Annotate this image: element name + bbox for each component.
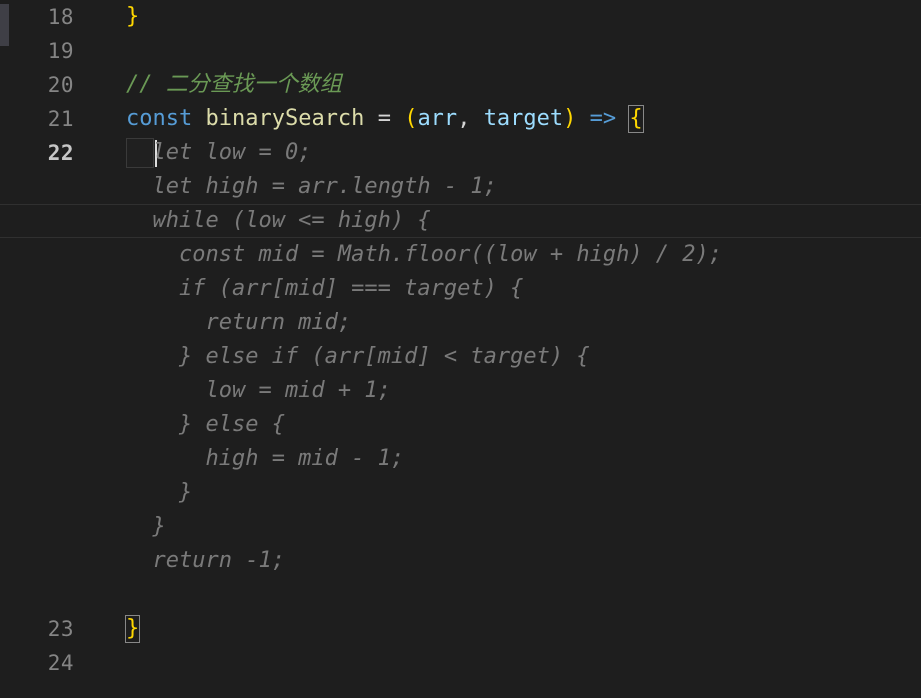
ghost-line-content: while (low <= high) { bbox=[126, 204, 431, 238]
ghost-row-2[interactable]: while (low <= high) { bbox=[0, 204, 921, 238]
comma-token: , bbox=[457, 106, 471, 131]
ghost-line-content: return mid; bbox=[126, 306, 351, 340]
ghost-text-line-11: } bbox=[126, 514, 166, 539]
ghost-row-8[interactable]: } else { bbox=[0, 408, 921, 442]
code-line-24[interactable]: 24 bbox=[0, 646, 921, 680]
ghost-line-content: let high = arr.length - 1; bbox=[126, 170, 497, 204]
ghost-trailing-spacer bbox=[0, 578, 921, 612]
ghost-text-line-3: const mid = Math.floor((low + high) / 2)… bbox=[126, 242, 723, 267]
function-name-token: binarySearch bbox=[205, 106, 365, 131]
ghost-row-1[interactable]: let high = arr.length - 1; bbox=[0, 170, 921, 204]
code-line-22[interactable]: 22 let low = 0; bbox=[0, 136, 921, 238]
line-number-18[interactable]: 18 bbox=[0, 0, 96, 34]
ghost-line-content: return -1; bbox=[126, 544, 285, 578]
code-line-19[interactable]: 19 bbox=[0, 34, 921, 68]
ghost-line-content: } bbox=[126, 476, 192, 510]
line-number-20[interactable]: 20 bbox=[0, 68, 96, 102]
param-arr-token: arr bbox=[417, 106, 458, 131]
ghost-text-line-4: if (arr[mid] === target) { bbox=[126, 276, 524, 301]
ghost-text-line-1: let high = arr.length - 1; bbox=[126, 174, 497, 199]
line-number-23[interactable]: 23 bbox=[0, 612, 96, 646]
code-line-23-content[interactable]: } bbox=[124, 612, 141, 646]
line-number-22[interactable]: 22 bbox=[0, 136, 96, 170]
code-line-20-content[interactable]: // 二分查找一个数组 bbox=[126, 68, 342, 102]
ghost-line-content: } else if (arr[mid] < target) { bbox=[126, 340, 590, 374]
ghost-line-content: if (arr[mid] === target) { bbox=[126, 272, 523, 306]
ghost-text-line-2: while (low <= high) { bbox=[126, 208, 431, 233]
ghost-line-content: high = mid - 1; bbox=[126, 442, 404, 476]
open-paren-token: ( bbox=[404, 106, 418, 131]
ghost-line-content: } bbox=[126, 510, 166, 544]
code-line-23[interactable]: 23 } bbox=[0, 612, 921, 646]
closing-brace-token: } bbox=[126, 4, 140, 29]
code-line-18[interactable]: 18 } bbox=[0, 0, 921, 34]
ghost-row-11[interactable]: } bbox=[0, 510, 921, 544]
ghost-row-12[interactable]: return -1; bbox=[0, 544, 921, 578]
ghost-text-line-7: low = mid + 1; bbox=[126, 378, 391, 403]
line-number-24[interactable]: 24 bbox=[0, 646, 96, 680]
ghost-text-line-5: return mid; bbox=[126, 310, 352, 335]
ghost-text-line-8: } else { bbox=[126, 412, 285, 437]
ghost-line-content: const mid = Math.floor((low + high) / 2)… bbox=[126, 238, 722, 272]
ghost-line-content: } else { bbox=[126, 408, 285, 442]
close-brace-token-matched: } bbox=[124, 615, 141, 643]
code-lines-container[interactable]: 18 } 19 20 // 二分查找一个数组 21 const binarySe… bbox=[0, 0, 921, 698]
comment-token: // 二分查找一个数组 bbox=[126, 72, 342, 97]
ghost-text-line-6: } else if (arr[mid] < target) { bbox=[126, 344, 590, 369]
keyword-const-token: const bbox=[126, 106, 193, 131]
open-brace-token-matched: { bbox=[628, 105, 644, 133]
code-line-18-content[interactable]: } bbox=[126, 0, 139, 34]
ghost-text-line-9: high = mid - 1; bbox=[126, 446, 405, 471]
line-number-21[interactable]: 21 bbox=[0, 102, 96, 136]
close-paren-token: ) bbox=[563, 106, 577, 131]
line-number-19[interactable]: 19 bbox=[0, 34, 96, 68]
code-line-22-content[interactable]: let low = 0; bbox=[126, 136, 311, 170]
code-line-21[interactable]: 21 const binarySearch = (arr, target) =>… bbox=[0, 102, 921, 136]
ghost-row-3[interactable]: const mid = Math.floor((low + high) / 2)… bbox=[0, 238, 921, 272]
ghost-row-10[interactable]: } bbox=[0, 476, 921, 510]
ghost-row-4[interactable]: if (arr[mid] === target) { bbox=[0, 272, 921, 306]
code-line-20[interactable]: 20 // 二分查找一个数组 bbox=[0, 68, 921, 102]
equals-operator-token: = bbox=[377, 106, 391, 131]
arrow-operator-token: => bbox=[589, 106, 617, 131]
ghost-row-9[interactable]: high = mid - 1; bbox=[0, 442, 921, 476]
code-line-21-content[interactable]: const binarySearch = (arr, target) => { bbox=[126, 102, 644, 136]
ghost-row-6[interactable]: } else if (arr[mid] < target) { bbox=[0, 340, 921, 374]
ghost-text-line-12: return -1; bbox=[126, 548, 285, 573]
param-target-token: target bbox=[483, 106, 564, 131]
ghost-line-content: low = mid + 1; bbox=[126, 374, 391, 408]
ghost-text-line-0: let low = 0; bbox=[126, 140, 312, 165]
ghost-text-line-10: } bbox=[126, 480, 193, 505]
code-editor[interactable]: 18 } 19 20 // 二分查找一个数组 21 const binarySe… bbox=[0, 0, 921, 698]
ghost-row-7[interactable]: low = mid + 1; bbox=[0, 374, 921, 408]
ghost-row-5[interactable]: return mid; bbox=[0, 306, 921, 340]
